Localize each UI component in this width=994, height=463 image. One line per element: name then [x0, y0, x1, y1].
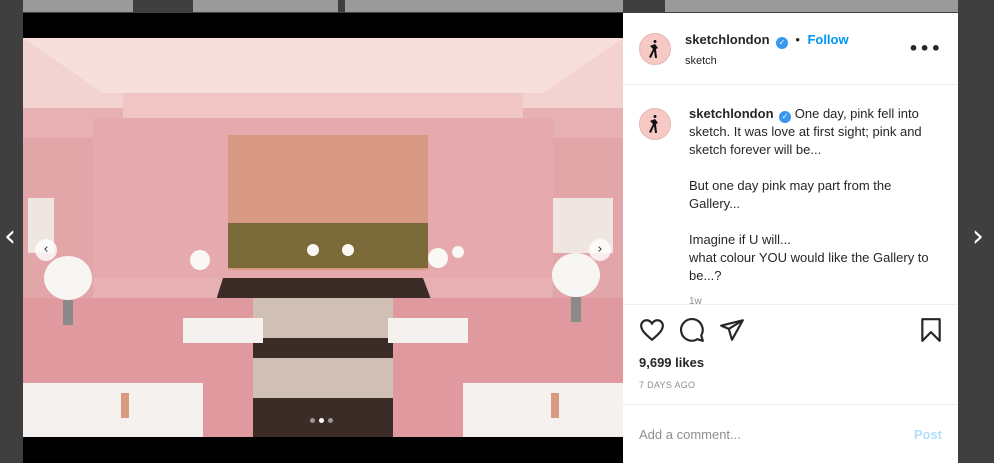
share-icon[interactable]	[719, 317, 745, 343]
restaurant-interior-image	[23, 38, 623, 437]
username-link[interactable]: sketchlondon	[685, 32, 770, 47]
post-header: sketchlondon ✓ • Follow sketch •••	[623, 13, 958, 85]
bookmark-icon[interactable]	[918, 317, 944, 343]
caption-username-link[interactable]: sketchlondon	[689, 106, 774, 121]
caption-avatar[interactable]	[639, 108, 671, 140]
comments-section[interactable]: sketchlondon ✓ One day, pink fell into s…	[623, 85, 958, 305]
add-comment-bar: Post	[623, 405, 958, 463]
header-text: sketchlondon ✓ • Follow sketch	[685, 31, 849, 67]
verified-badge-icon: ✓	[775, 36, 788, 49]
next-post-button[interactable]: ›	[968, 222, 988, 254]
separator-dot: •	[795, 31, 800, 47]
caption-text: But one day pink may part from the Galle…	[689, 178, 892, 211]
sketch-logo-icon	[649, 115, 658, 133]
post-photo[interactable]	[23, 38, 623, 437]
carousel-next-button[interactable]: ›	[589, 239, 611, 261]
avatar[interactable]	[639, 32, 671, 65]
background-thumbnail	[345, 0, 623, 12]
background-thumbnail	[193, 0, 338, 12]
background-thumbnail	[23, 0, 133, 12]
caption-age: 1w	[689, 296, 702, 305]
comment-input[interactable]	[639, 426, 889, 442]
background-thumbnail	[665, 0, 958, 12]
comment-icon[interactable]	[679, 317, 705, 343]
post-modal: ‹ › sketchlondon ✓ • Follow sketch ••• s…	[23, 13, 958, 463]
post-details-panel: sketchlondon ✓ • Follow sketch ••• sketc…	[623, 13, 958, 463]
verified-badge-icon: ✓	[779, 111, 792, 123]
sketch-logo-icon	[649, 39, 658, 58]
carousel-indicator	[310, 418, 333, 423]
action-bar	[623, 305, 958, 355]
previous-post-button[interactable]: ‹	[0, 222, 20, 254]
post-date[interactable]: 7 DAYS AGO	[623, 375, 958, 405]
carousel-dot	[328, 418, 333, 423]
like-heart-icon[interactable]	[639, 317, 665, 343]
follow-button[interactable]: Follow	[807, 32, 848, 47]
caption-text: Imagine if U will...	[689, 232, 791, 247]
caption: sketchlondon ✓ One day, pink fell into s…	[689, 105, 942, 304]
likes-count[interactable]: 9,699 likes	[623, 355, 958, 375]
carousel-dot	[310, 418, 315, 423]
post-comment-button[interactable]: Post	[914, 427, 942, 442]
location-link[interactable]: sketch	[685, 55, 849, 67]
carousel-dot-active	[319, 418, 324, 423]
post-media: ‹ ›	[23, 13, 623, 463]
caption-text: what colour YOU would like the Gallery t…	[689, 250, 929, 283]
more-options-icon[interactable]: •••	[908, 39, 942, 58]
carousel-previous-button[interactable]: ‹	[35, 239, 57, 261]
